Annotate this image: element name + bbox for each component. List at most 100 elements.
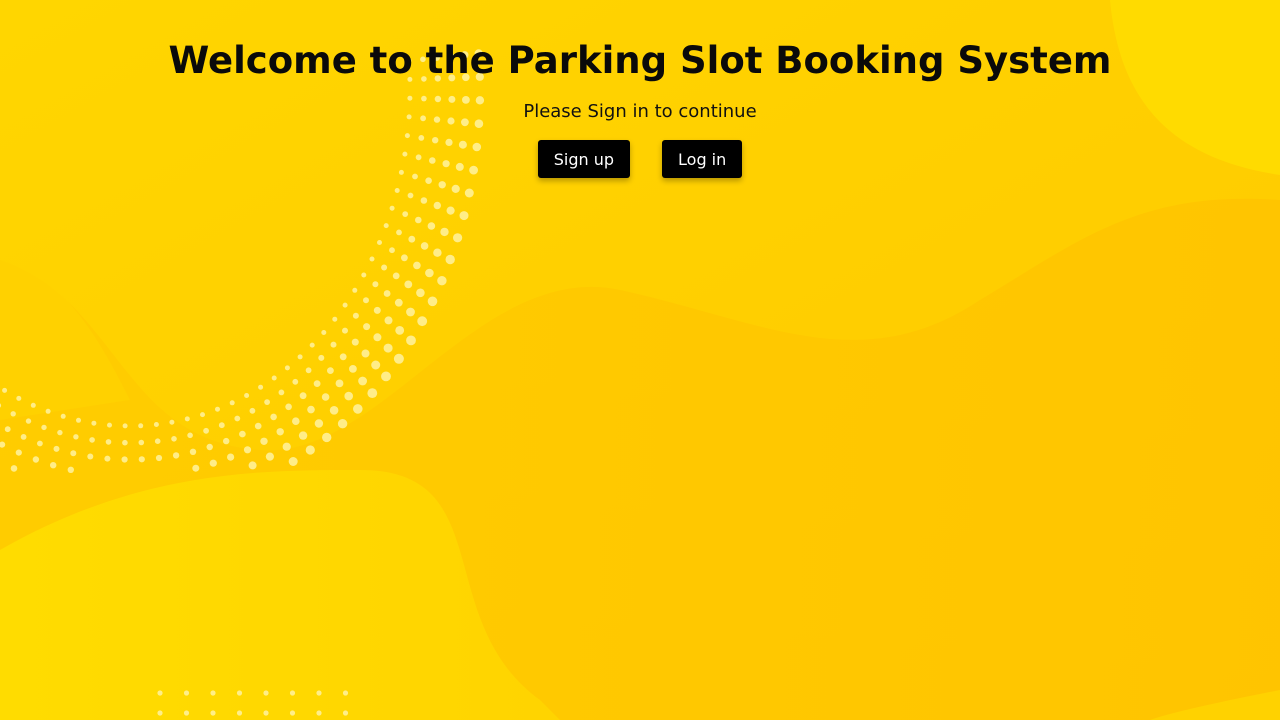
decorative-dot <box>339 353 347 361</box>
decorative-dot <box>358 376 367 386</box>
decorative-dot <box>402 211 409 218</box>
decorative-dot <box>153 422 159 427</box>
decorative-dot <box>200 412 205 418</box>
decorative-dot <box>342 302 348 308</box>
decorative-dot <box>393 353 404 364</box>
decorative-dot <box>183 710 190 716</box>
decorative-dot <box>425 268 434 278</box>
decorative-dot <box>248 461 257 470</box>
decorative-dot <box>67 466 75 473</box>
decorative-dot <box>227 453 235 461</box>
decorative-dot <box>352 287 358 293</box>
decorative-dot <box>408 235 416 243</box>
decorative-dot <box>433 248 442 257</box>
decorative-dot <box>433 201 441 210</box>
decorative-dot <box>314 419 324 428</box>
decorative-dot <box>445 254 455 265</box>
decorative-dot <box>218 422 225 429</box>
auth-buttons: Sign up Log in <box>0 140 1280 178</box>
decorative-dot <box>203 427 210 434</box>
decorative-dot <box>321 393 330 401</box>
decorative-dot <box>169 419 175 425</box>
decorative-dot <box>210 690 216 696</box>
decorative-dot <box>282 442 291 451</box>
decorative-dot <box>383 290 391 297</box>
decorative-dot <box>30 402 36 408</box>
decorative-dot <box>327 367 334 374</box>
decorative-dot <box>351 338 359 346</box>
decorative-dot <box>89 437 95 443</box>
decorative-dot <box>420 197 428 204</box>
signup-button[interactable]: Sign up <box>537 140 631 178</box>
decorative-dot <box>383 343 393 353</box>
decorative-dot <box>427 222 436 230</box>
decorative-dot <box>406 307 415 317</box>
decorative-dot <box>16 395 22 401</box>
login-button[interactable]: Log in <box>662 140 743 178</box>
decorative-dot <box>189 448 197 455</box>
decorative-dot <box>464 188 474 198</box>
decorative-dot <box>321 330 327 335</box>
decorative-dot <box>451 184 460 193</box>
decorative-dot <box>20 434 27 440</box>
decorative-dot <box>239 430 246 438</box>
decorative-dot <box>138 423 144 429</box>
decorative-dot <box>292 378 299 385</box>
decorative-dot <box>298 431 308 440</box>
decorative-dot <box>322 432 332 443</box>
decorative-dot <box>316 690 322 696</box>
decorative-dot <box>407 192 414 199</box>
decorative-dot <box>299 392 307 400</box>
decorative-dot <box>157 710 163 716</box>
decorative-dot <box>122 423 128 429</box>
decorative-dot <box>363 323 371 331</box>
decorative-dot <box>459 211 469 221</box>
decorative-dot <box>187 432 193 439</box>
decorative-dot <box>138 439 145 446</box>
decorative-dot <box>41 424 47 431</box>
decorative-dot <box>342 327 348 334</box>
decorative-dot <box>50 462 57 469</box>
decorative-dot <box>91 420 97 426</box>
decorative-dot <box>138 456 145 463</box>
decorative-dot <box>404 280 413 289</box>
welcome-panel: Welcome to the Parking Slot Booking Syst… <box>0 0 1280 178</box>
decorative-dot <box>392 272 400 280</box>
decorative-dot <box>10 411 16 417</box>
decorative-dot <box>381 371 391 382</box>
decorative-dot <box>420 242 429 250</box>
decorative-dot <box>394 188 400 193</box>
decorative-dot <box>10 465 18 472</box>
decorative-dot <box>384 316 393 325</box>
decorative-dot <box>57 429 63 436</box>
decorative-dot <box>105 439 112 445</box>
decorative-dot <box>172 452 180 459</box>
decorative-dot <box>307 405 315 414</box>
decorative-dot <box>171 436 177 442</box>
page-title: Welcome to the Parking Slot Booking Syst… <box>168 39 1112 82</box>
decorative-dot <box>210 710 216 716</box>
decorative-dot <box>270 413 277 421</box>
decorative-dot <box>361 272 367 278</box>
decorative-dot <box>243 446 252 454</box>
decorative-dot <box>45 408 51 414</box>
decorative-dot <box>107 422 112 428</box>
decorative-dot <box>371 360 381 370</box>
decorative-dot <box>446 206 455 215</box>
decorative-dot <box>415 216 422 224</box>
decorative-dot <box>249 407 256 414</box>
decorative-dot <box>309 342 315 348</box>
decorative-dot <box>229 400 235 406</box>
decorative-dot <box>154 438 161 445</box>
decorative-dot <box>121 456 128 463</box>
decorative-dot <box>292 417 300 426</box>
decorative-dot <box>183 690 190 696</box>
decorative-dot <box>297 354 303 360</box>
decorative-dot <box>438 181 446 189</box>
decorative-dot <box>73 434 79 440</box>
decorative-dot <box>2 387 8 393</box>
decorative-dot <box>60 413 66 419</box>
decorative-dot <box>264 399 270 405</box>
decorative-dot <box>236 690 243 696</box>
decorative-dot <box>271 375 277 381</box>
